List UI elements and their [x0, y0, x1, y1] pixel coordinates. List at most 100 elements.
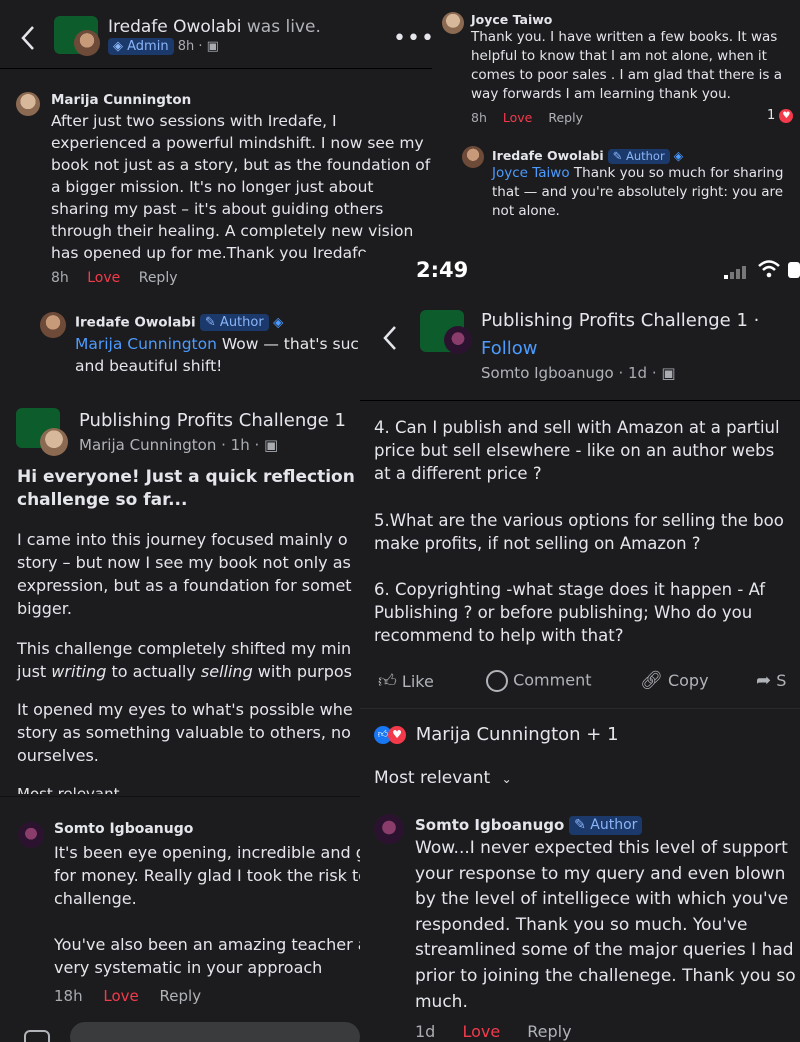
post-paragraph: I came into this journey focused mainly …	[17, 528, 352, 620]
more-options-icon[interactable]: •••	[393, 26, 432, 51]
comment-time: 8h	[471, 110, 487, 125]
love-button[interactable]: Love	[103, 987, 138, 1005]
comment-author[interactable]: Somto Igboanugo	[54, 821, 193, 837]
top-right-screenshot: Joyce Taiwo Thank you. I have written a …	[432, 0, 800, 252]
author-badge: ✎ Author	[607, 149, 670, 164]
reaction-summary[interactable]: 1 ♥	[767, 108, 794, 123]
commenter-avatar[interactable]	[18, 822, 44, 848]
mention-link[interactable]: Marija Cunnington	[75, 335, 217, 353]
comment-actions: 8h Love Reply	[471, 110, 583, 125]
comment-author[interactable]: Marija Cunnington	[51, 92, 191, 108]
comment-author[interactable]: Joyce Taiwo	[471, 12, 552, 27]
like-button[interactable]: 👍︎ Like	[378, 670, 434, 692]
comment-line: very systematic in your approach	[54, 958, 323, 977]
comment-line: sharing my past – it's about guiding oth…	[51, 200, 384, 218]
reply-body: Joyce Taiwo Thank you so much for sharin…	[492, 164, 783, 221]
share-button[interactable]: ➦ S	[756, 670, 786, 691]
text-run: to actually	[106, 662, 201, 681]
author-avatar[interactable]	[40, 428, 68, 456]
comment-line: helpful to know that I am not alone, whe…	[471, 48, 767, 64]
group-name[interactable]: Publishing Profits Challenge 1	[79, 410, 346, 431]
author-avatar[interactable]	[444, 326, 472, 354]
paragraph-line: story as something valuable to others, n…	[17, 723, 351, 742]
comment-button[interactable]: Comment	[486, 670, 591, 692]
copy-label: Copy	[667, 671, 709, 690]
post-author[interactable]: Somto Igboanugo	[481, 364, 614, 382]
love-button[interactable]: Love	[87, 270, 120, 286]
commenter-avatar[interactable]	[374, 814, 404, 844]
reply-button[interactable]: Reply	[548, 110, 583, 125]
comment-line: way forwards I am learning thank you.	[471, 86, 731, 102]
group-name[interactable]: Publishing Profits Challenge 1 ·	[481, 310, 759, 331]
comment-label: Comment	[513, 670, 592, 690]
comment-body: Wow...I never expected this level of sup…	[415, 836, 796, 1015]
reply-author[interactable]: Iredafe Owolabi	[492, 148, 604, 163]
most-relevant-filter[interactable]: Most relevant	[17, 782, 120, 794]
reply-header: Iredafe Owolabi ✎ Author ◈	[75, 314, 283, 331]
heading-line: challenge so far...	[17, 490, 188, 510]
text-run: with purpos	[252, 662, 352, 681]
verified-icon: ◈	[673, 148, 684, 163]
question-line: 4. Can I publish and sell with Amazon at…	[374, 418, 780, 437]
question-line: 5.What are the various options for selli…	[374, 511, 784, 530]
reply-text: Thank you so much for sharing	[569, 165, 784, 181]
reaction-summary[interactable]: 👍︎ ♥ Marija Cunnington + 1	[374, 724, 619, 745]
comment-line: prior to joining the challenege. Thank y…	[415, 965, 796, 986]
question-line: price but sell elsewhere - like on an au…	[374, 441, 775, 460]
admin-label: Admin	[127, 39, 169, 54]
love-button[interactable]: Love	[462, 1022, 500, 1041]
copy-button[interactable]: 🔗︎ Copy	[640, 670, 709, 691]
italic-run: selling	[200, 662, 253, 681]
comment-line: much.	[415, 991, 468, 1012]
question-line: make profits, if not selling on Amazon ?	[374, 534, 701, 553]
reply-avatar[interactable]	[462, 146, 484, 168]
host-avatar[interactable]	[74, 30, 100, 56]
paragraph-line: I came into this journey focused mainly …	[17, 530, 348, 549]
reply-text: Wow — that's such	[216, 335, 369, 353]
post-paragraph: This challenge completely shifted my min…	[17, 637, 352, 683]
bottom-left-screenshot: Publishing Profits Challenge 1 Marija Cu…	[0, 400, 360, 1042]
post-author[interactable]: Marija Cunnington	[79, 436, 216, 454]
question-line: 6. Copyrighting -what stage does it happ…	[374, 580, 766, 599]
follow-button[interactable]: Follow	[481, 338, 537, 359]
share-label: S	[776, 671, 787, 690]
post-paragraph: It opened my eyes to what's possible whe…	[17, 698, 353, 767]
commenter-avatar[interactable]	[442, 12, 464, 34]
back-icon[interactable]	[18, 24, 38, 52]
reply-author[interactable]: Iredafe Owolabi	[75, 315, 196, 331]
post-heading: Hi everyone! Just a quick reflection on …	[17, 466, 360, 512]
signal-icon	[724, 264, 748, 279]
paragraph-line: expression, but as a foundation for some…	[17, 576, 352, 595]
chevron-down-icon: ⌄	[501, 772, 512, 786]
host-name[interactable]: Iredafe Owolabi	[108, 17, 242, 37]
comment-header: Somto Igboanugo ✎ Author	[415, 816, 643, 835]
camera-icon[interactable]	[24, 1030, 50, 1042]
paragraph-line: It opened my eyes to what's possible whe	[17, 700, 353, 719]
question-4: 4. Can I publish and sell with Amazon at…	[374, 416, 780, 485]
privacy-icon: ▣	[206, 39, 219, 54]
back-icon[interactable]	[380, 324, 400, 352]
verified-icon: ◈	[273, 314, 284, 331]
comment-author[interactable]: Somto Igboanugo	[415, 816, 564, 834]
comment-body: You've also been an amazing teacher a ve…	[54, 933, 360, 979]
most-relevant-filter[interactable]: Most relevant ⌄	[374, 768, 512, 788]
comment-input[interactable]	[70, 1022, 360, 1042]
commenter-avatar[interactable]	[16, 92, 40, 116]
privacy-icon: ▣	[661, 364, 676, 382]
mention-link[interactable]: Joyce Taiwo	[492, 165, 570, 181]
author-badge: ✎ Author	[569, 816, 643, 835]
link-icon: 🔗︎	[640, 670, 663, 691]
love-reaction-icon: ♥	[388, 726, 406, 744]
reply-text: not alone.	[492, 203, 560, 219]
post-time: · 1h ·	[221, 436, 260, 454]
author-badge-label: Author	[625, 149, 665, 163]
question-line: at a different price ?	[374, 464, 542, 483]
reply-header: Iredafe Owolabi ✎ Author ◈	[492, 148, 683, 164]
reply-button[interactable]: Reply	[527, 1022, 571, 1041]
reply-button[interactable]: Reply	[160, 987, 202, 1005]
love-button[interactable]: Love	[503, 110, 532, 125]
reaction-count: 1	[767, 108, 776, 123]
reply-button[interactable]: Reply	[139, 270, 178, 286]
comment-time: 8h	[51, 270, 69, 286]
reply-avatar[interactable]	[40, 312, 66, 338]
